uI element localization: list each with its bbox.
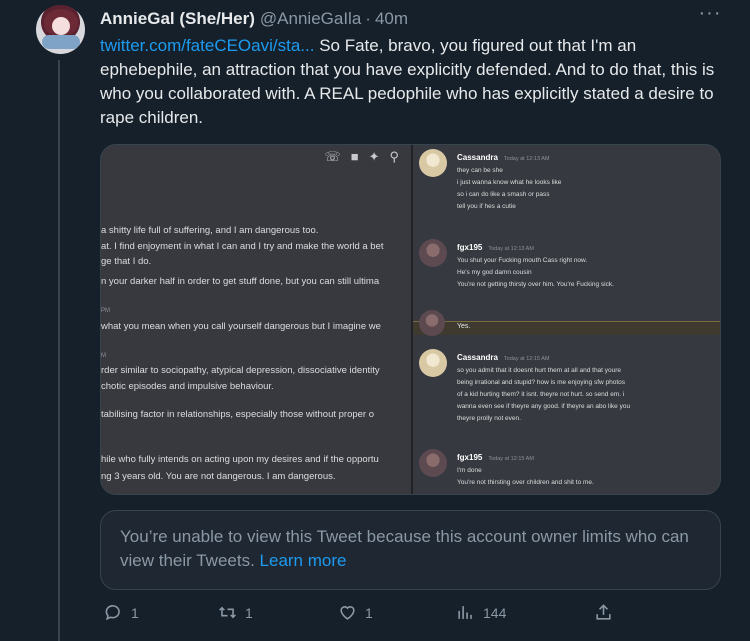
discord-avatar xyxy=(419,239,447,267)
discord-line: what you mean when you call yourself dan… xyxy=(101,321,381,332)
reply-button[interactable]: 1 xyxy=(104,603,139,622)
discord-line: theyre prolly not even. xyxy=(457,415,521,422)
share-icon xyxy=(596,604,611,620)
discord-avatar xyxy=(419,149,447,177)
discord-author: fgx195 xyxy=(457,453,483,462)
discord-right-panel: Cassandra Today at 12:13 AM they can be s… xyxy=(413,145,720,494)
tweet-actions: 1 1 1 144 xyxy=(100,603,720,631)
discord-avatar xyxy=(419,310,445,336)
discord-timestamp: Today at 12:13 AM xyxy=(488,246,534,252)
discord-author: fgx195 xyxy=(457,243,483,252)
discord-line: of a kid hurting them? it isnt. theyre n… xyxy=(457,391,625,398)
discord-line: wanna even see if theyre any good. if th… xyxy=(457,403,631,410)
discord-line: rder similar to sociopathy, atypical dep… xyxy=(101,365,380,376)
discord-message: fgx195 Today at 12:15 AM I'm done You're … xyxy=(419,447,719,489)
discord-line: chotic episodes and impulsive behaviour. xyxy=(101,381,274,392)
share-button[interactable] xyxy=(594,603,613,622)
unavailable-quote-tweet[interactable]: You’re unable to view this Tweet because… xyxy=(100,510,721,590)
reply-count: 1 xyxy=(131,604,139,621)
discord-toolbar-icons: ☏ ■ ✦ ⚲ xyxy=(324,149,399,165)
avatar-face xyxy=(52,17,70,35)
discord-timestamp: Today at 12:15 AM xyxy=(488,456,534,462)
discord-message: Cassandra Today at 12:13 AM they can be s… xyxy=(419,147,719,213)
discord-line: n your darker half in order to get stuff… xyxy=(101,276,380,287)
discord-line: He's my god damn cousin xyxy=(457,269,532,276)
thread-line xyxy=(58,60,60,641)
views-icon xyxy=(458,606,472,619)
author-name[interactable]: AnnieGal (She/Her) xyxy=(100,9,255,29)
discord-author: Cassandra xyxy=(457,353,498,362)
discord-line: You shut your Fucking mouth Cass right n… xyxy=(457,257,588,264)
retweet-button[interactable]: 1 xyxy=(218,603,253,622)
discord-timestamp: Today at 12:13 AM xyxy=(503,156,550,162)
discord-time-marker: M xyxy=(101,353,106,359)
heart-icon xyxy=(340,606,355,620)
discord-message: Cassandra Today at 12:15 AM so you admit … xyxy=(419,347,719,425)
discord-line: You're not getting thirsty over him. You… xyxy=(457,281,614,288)
discord-line: You're not thirsting over children and s… xyxy=(457,479,594,486)
discord-line: tell you if hes a cutie xyxy=(457,203,516,210)
discord-line: at. I find enjoyment in what I can and I… xyxy=(101,241,384,252)
discord-message: fgx195 Today at 12:13 AM You shut your Fu… xyxy=(419,237,719,291)
discord-line: a shitty life full of suffering, and I a… xyxy=(101,225,319,236)
call-icon: ☏ xyxy=(324,149,341,164)
more-options-icon[interactable]: ··· xyxy=(696,3,724,26)
author-handle[interactable]: @AnnieGaIla xyxy=(260,9,361,29)
retweet-icon xyxy=(219,606,236,619)
discord-avatar xyxy=(419,449,447,477)
author-avatar[interactable] xyxy=(36,5,85,54)
highlighted-message: Yes. xyxy=(413,310,720,336)
video-icon: ■ xyxy=(350,149,359,164)
reply-icon xyxy=(105,605,120,621)
pin-icon: ✦ xyxy=(368,149,380,164)
discord-line: Yes. xyxy=(457,323,471,330)
discord-left-panel: ☏ ■ ✦ ⚲ a shitty life full of suffering,… xyxy=(101,145,411,494)
tweet-media-image[interactable]: ☏ ■ ✦ ⚲ a shitty life full of suffering,… xyxy=(100,144,721,495)
add-member-icon: ⚲ xyxy=(389,149,399,164)
discord-line: I'm done xyxy=(457,467,482,474)
discord-timestamp: Today at 12:15 AM xyxy=(503,356,550,362)
tweet-time[interactable]: 40m xyxy=(375,9,408,29)
discord-line: tabilising factor in relationships, espe… xyxy=(101,409,375,420)
discord-line: ge that I do. xyxy=(101,256,152,267)
separator-dot: · xyxy=(365,9,371,28)
notice-text: You’re unable to view this Tweet because… xyxy=(120,527,689,570)
discord-line: hile who fully intends on acting upon my… xyxy=(101,454,379,465)
tweet-header: AnnieGal (She/Her) @AnnieGaIla · 40m xyxy=(100,8,408,30)
retweet-count: 1 xyxy=(245,604,253,621)
discord-time-marker: PM xyxy=(101,308,110,314)
discord-line: i just wanna know what he looks like xyxy=(457,179,562,186)
discord-line: ng 3 years old. You are not dangerous. I… xyxy=(101,471,336,482)
views-count: 144 xyxy=(483,604,507,621)
tweet-link[interactable]: twitter.com/fateCEOavi/sta... xyxy=(100,36,314,55)
discord-line: so i can do like a smash or pass xyxy=(457,191,550,198)
discord-line: they can be she xyxy=(457,167,503,174)
discord-line: being irrational and stupid? how is me e… xyxy=(457,379,626,386)
like-count: 1 xyxy=(365,604,373,621)
tweet-text: twitter.com/fateCEOavi/sta... So Fate, b… xyxy=(100,34,722,130)
views-button[interactable]: 144 xyxy=(456,603,506,622)
discord-line: so you admit that it doesnt hurt them at… xyxy=(457,367,622,374)
avatar-scarf xyxy=(42,35,80,49)
learn-more-link[interactable]: Learn more xyxy=(260,551,347,570)
discord-author: Cassandra xyxy=(457,153,498,162)
discord-avatar xyxy=(419,349,447,377)
like-button[interactable]: 1 xyxy=(338,603,373,622)
